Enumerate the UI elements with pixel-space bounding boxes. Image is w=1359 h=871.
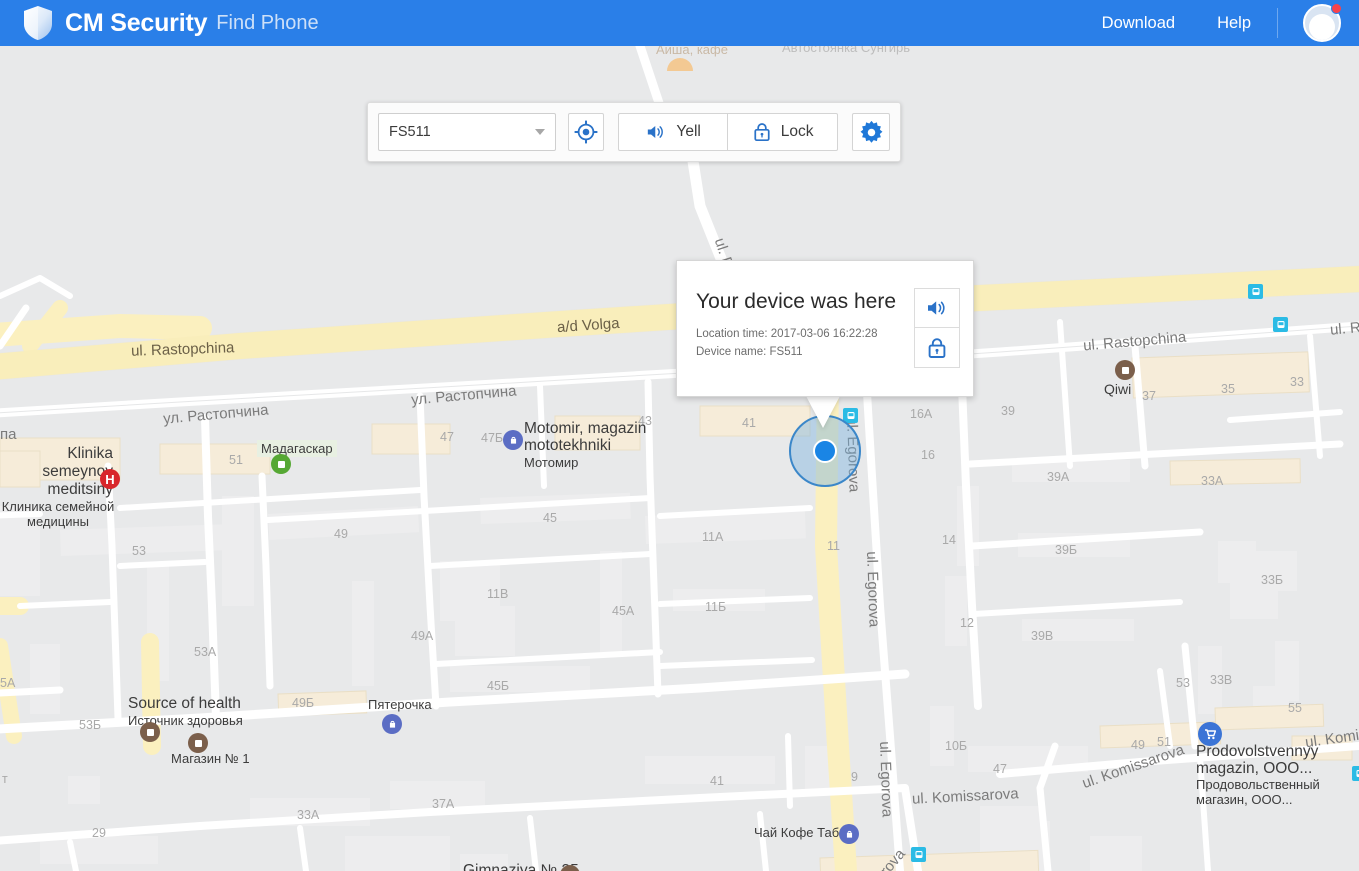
- app-header: CM Security Find Phone Download Help: [0, 0, 1359, 46]
- infowindow-location-time: Location time: 2017-03-06 16:22:28: [696, 328, 878, 341]
- help-link[interactable]: Help: [1217, 14, 1251, 33]
- bag-icon[interactable]: [839, 824, 859, 844]
- padlock-icon: [754, 123, 770, 142]
- bus-stop-icon[interactable]: [1352, 766, 1359, 781]
- device-location-marker[interactable]: [813, 439, 837, 463]
- brand-subtitle: Find Phone: [216, 12, 319, 34]
- yell-button[interactable]: Yell: [618, 113, 729, 151]
- padlock-icon: [928, 337, 946, 358]
- bag-icon[interactable]: [382, 714, 402, 734]
- infowindow-device-name: Device name: FS511: [696, 345, 803, 358]
- speaker-icon: [928, 301, 945, 315]
- lock-button-label: Lock: [780, 123, 814, 140]
- shield-icon: [24, 6, 52, 40]
- infowindow-title: Your device was here: [696, 290, 897, 313]
- map-canvas[interactable]: ul. Rastopchina a/d Volga ул. Растопчина…: [0, 46, 1359, 871]
- shop-icon[interactable]: [1115, 360, 1135, 380]
- infowindow-yell-button[interactable]: [914, 288, 960, 328]
- bag-icon[interactable]: [503, 430, 523, 450]
- cart-icon[interactable]: [1198, 722, 1222, 746]
- shop-icon[interactable]: [188, 733, 208, 753]
- device-toolbar: FS511 Yell Lock: [367, 102, 901, 162]
- bus-stop-icon[interactable]: [1273, 317, 1288, 332]
- bus-stop-icon[interactable]: [1248, 284, 1263, 299]
- crosshair-locate-icon: [574, 120, 598, 144]
- avatar[interactable]: [1303, 3, 1342, 42]
- download-link[interactable]: Download: [1102, 14, 1175, 33]
- device-action-group: Yell Lock: [618, 113, 839, 151]
- shop-icon[interactable]: [140, 722, 160, 742]
- infowindow-actions: [914, 288, 960, 396]
- brand-name: CM Security: [65, 8, 208, 37]
- speaker-icon: [648, 126, 664, 138]
- chevron-down-icon: [535, 129, 546, 135]
- header-divider: [1277, 8, 1278, 38]
- infowindow-lock-button[interactable]: [914, 328, 960, 368]
- gear-icon: [860, 120, 882, 143]
- infowindow-body: Your device was here Location time: 2017…: [677, 261, 914, 396]
- bus-stop-icon[interactable]: [911, 847, 926, 862]
- hospital-icon[interactable]: H: [100, 469, 120, 489]
- device-info-window[interactable]: Your device was here Location time: 2017…: [676, 260, 974, 397]
- header-nav: Download Help: [1102, 3, 1342, 42]
- brand-logo-group: CM Security Find Phone: [22, 5, 319, 41]
- notification-badge: [1331, 3, 1342, 14]
- settings-button[interactable]: [852, 113, 890, 151]
- infowindow-pointer: [806, 396, 840, 428]
- yell-button-label: Yell: [676, 123, 701, 140]
- shop-icon[interactable]: [271, 454, 291, 474]
- lock-button[interactable]: Lock: [728, 113, 839, 151]
- locate-button[interactable]: [568, 113, 605, 151]
- device-select-value: FS511: [389, 124, 431, 140]
- device-select[interactable]: FS511: [378, 113, 557, 151]
